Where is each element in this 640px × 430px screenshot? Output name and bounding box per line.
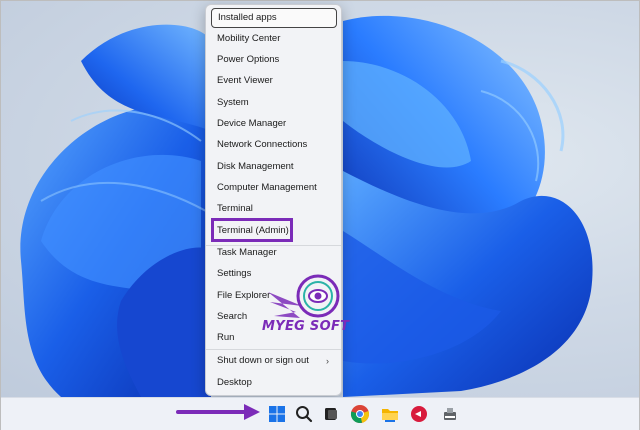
annotation-highlight-box [211, 218, 293, 242]
menu-item-label: Power Options [217, 54, 280, 65]
menu-item-label: Computer Management [217, 182, 317, 193]
task-view-icon[interactable] [320, 403, 342, 425]
menu-item-label: Terminal [217, 203, 253, 214]
menu-item-power-options[interactable]: Power Options [211, 50, 337, 70]
search-icon[interactable] [293, 403, 315, 425]
menu-item-label: Search [217, 311, 248, 322]
menu-item-label: Settings [217, 268, 252, 279]
windows-start-icon[interactable] [266, 403, 288, 425]
menu-item-label: Task Manager [217, 247, 277, 258]
menu-item-shut-down-or-sign-out[interactable]: Shut down or sign out › [211, 351, 337, 371]
menu-divider [206, 349, 341, 350]
menu-item-desktop[interactable]: Desktop [211, 373, 337, 393]
chrome-icon[interactable] [349, 403, 371, 425]
menu-item-installed-apps[interactable]: Installed apps [211, 8, 337, 28]
menu-item-label: Disk Management [217, 161, 294, 172]
menu-item-disk-management[interactable]: Disk Management [211, 157, 337, 177]
menu-item-label: Device Manager [217, 118, 287, 129]
annotation-arrow-icon [176, 404, 260, 420]
menu-item-label: Desktop [217, 377, 252, 388]
menu-item-task-manager[interactable]: Task Manager [211, 243, 337, 263]
app-icon[interactable] [408, 403, 430, 425]
menu-item-network-connections[interactable]: Network Connections [211, 135, 337, 155]
menu-item-event-viewer[interactable]: Event Viewer [211, 71, 337, 91]
menu-item-label: Installed apps [218, 12, 277, 23]
menu-item-label: Mobility Center [217, 33, 281, 44]
menu-item-terminal[interactable]: Terminal [211, 199, 337, 219]
menu-item-computer-management[interactable]: Computer Management [211, 178, 337, 198]
menu-item-system[interactable]: System [211, 93, 337, 113]
watermark-text: MYEG SOFT [262, 319, 350, 334]
menu-item-label: System [217, 97, 249, 108]
taskbar [1, 397, 639, 430]
menu-item-label: Event Viewer [217, 75, 273, 86]
chevron-right-icon: › [326, 356, 329, 366]
menu-item-label: Run [217, 332, 235, 343]
device-icon[interactable] [439, 403, 461, 425]
menu-item-mobility-center[interactable]: Mobility Center [211, 29, 337, 49]
menu-item-device-manager[interactable]: Device Manager [211, 114, 337, 134]
file-explorer-icon[interactable] [379, 403, 401, 425]
menu-item-label: Network Connections [217, 139, 308, 150]
menu-item-label: Shut down or sign out [217, 355, 309, 366]
